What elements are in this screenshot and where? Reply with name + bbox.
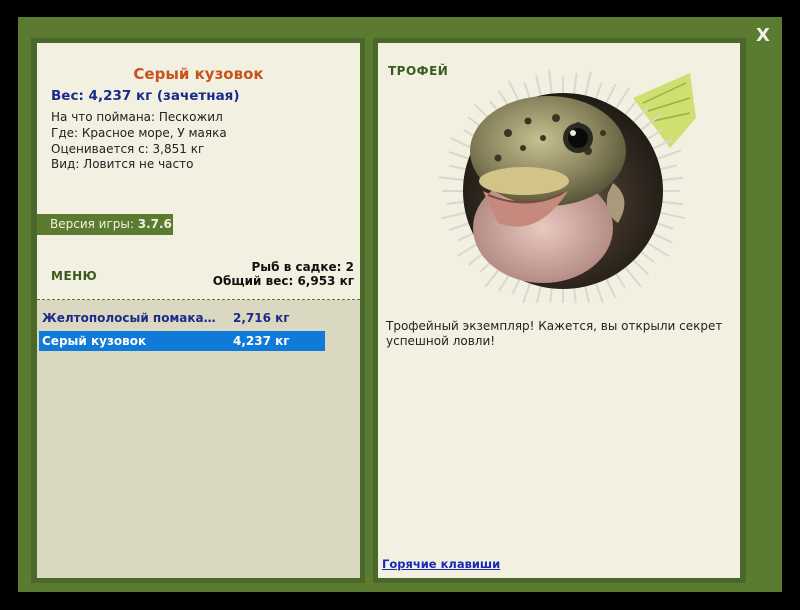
- list-item-name: Желтополосый помакан...: [42, 311, 220, 325]
- cage-count: Рыб в садке: 2: [251, 260, 355, 274]
- cage-total-weight: Общий вес: 6,953 кг: [212, 274, 354, 288]
- fish-frequency: Вид: Ловится не часто: [51, 157, 194, 171]
- trophy-description: Трофейный экземпляр! Кажется, вы открыли…: [386, 319, 723, 348]
- list-item-weight: 4,237 кг: [233, 334, 290, 348]
- fish-info-panel: Серый кузовок Вес: 4,237 кг (зачетная) Н…: [37, 43, 360, 578]
- fish-title: Серый кузовок: [133, 65, 264, 83]
- version-badge: Версия игры: 3.7.6: [37, 214, 173, 235]
- list-item-weight: 2,716 кг: [233, 311, 290, 325]
- version-label: Версия игры:: [50, 217, 138, 231]
- fish-bait: На что поймана: Пескожил: [51, 110, 223, 124]
- fish-weight: Вес: 4,237 кг (зачетная): [51, 88, 240, 104]
- cage-summary: Рыб в садке: 2 Общий вес: 6,953 кг: [213, 260, 354, 288]
- list-item-name: Серый кузовок: [42, 334, 147, 348]
- fish-location: Где: Красное море, У маяка: [51, 126, 227, 140]
- catch-list: Желтополосый помакан... 2,716 кг Серый к…: [37, 300, 360, 578]
- fish-value: Оценивается с: 3,851 кг: [51, 142, 205, 156]
- close-button[interactable]: X: [752, 25, 774, 47]
- version-value: 3.7.6: [137, 217, 172, 231]
- hotkeys-link[interactable]: Горячие клавиши: [382, 557, 500, 571]
- list-item[interactable]: Желтополосый помакан... 2,716 кг: [39, 308, 325, 328]
- list-item-selected[interactable]: Серый кузовок 4,237 кг: [39, 331, 325, 351]
- trophy-panel: ТРОФЕЙ Трофейный экземпляр! Кажется, вы …: [378, 43, 740, 578]
- menu-button[interactable]: МЕНЮ: [51, 269, 97, 283]
- pufferfish-image: [438, 69, 696, 303]
